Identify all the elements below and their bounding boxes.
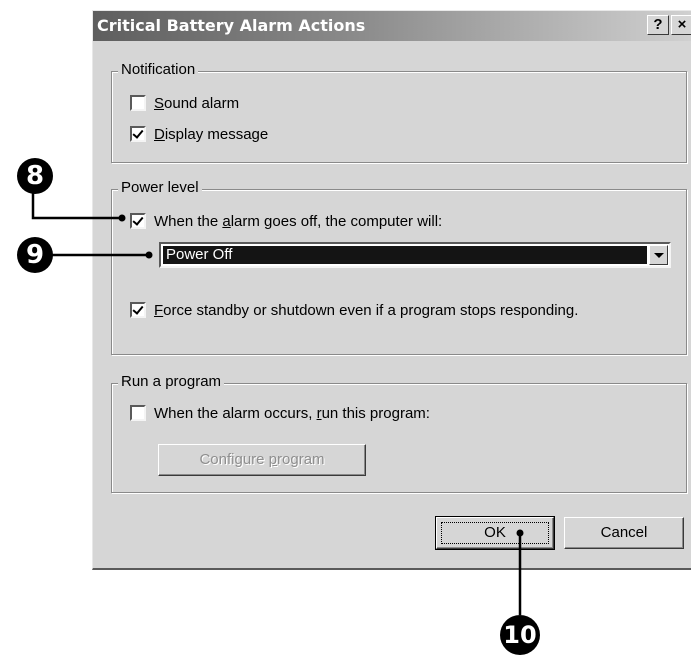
callout-9: 9 [17,237,53,273]
callout-10: 10 [500,615,540,655]
callout-8: 8 [17,158,53,194]
callout-leader-lines [31,190,524,615]
